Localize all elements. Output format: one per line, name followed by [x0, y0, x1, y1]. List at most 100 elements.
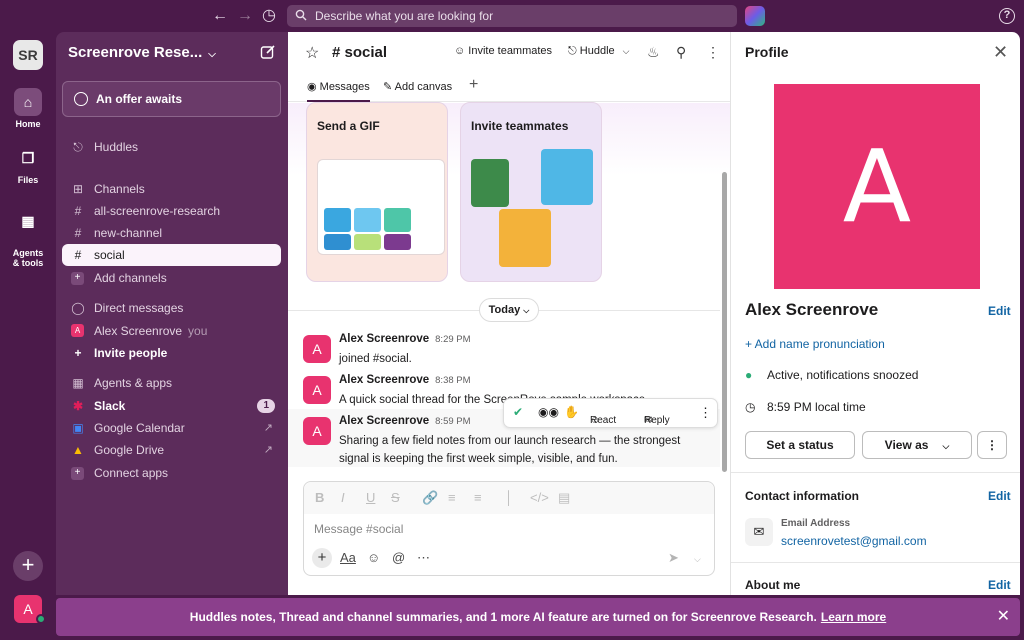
attach-plus-icon[interactable]: +	[312, 548, 332, 568]
message-time[interactable]: 8:59 PM	[435, 416, 470, 427]
message-author[interactable]: Alex Screenrove	[339, 374, 429, 386]
email-label: Email Address	[781, 518, 851, 529]
formatting-aa-icon[interactable]: Aa	[340, 550, 356, 565]
divider	[731, 562, 1020, 563]
blockquote-icon[interactable]: │	[505, 490, 513, 505]
more-vertical-icon[interactable]: ⋮	[977, 431, 1007, 459]
more-horizontal-icon[interactable]: ⋯	[417, 550, 430, 566]
teammate-illustration	[499, 209, 551, 267]
invite-teammates-button[interactable]: ☺ Invite teammates	[454, 45, 552, 57]
app-label: Google Calendar	[94, 421, 185, 435]
top-bar: ← → ◷ Describe what you are looking for …	[0, 0, 1024, 32]
workspace-name-label: Screenrove Rese...	[68, 44, 203, 61]
strikethrough-icon[interactable]: S	[391, 490, 400, 505]
chevron-down-icon[interactable]: ⌵	[623, 46, 630, 56]
message-author[interactable]: Alex Screenrove	[339, 415, 429, 427]
sidebar-item-add-channels[interactable]: + Add channels	[62, 267, 281, 289]
bullet-list-icon[interactable]: ≡	[474, 490, 482, 505]
sidebar-item-slack[interactable]: ✱ Slack 1	[62, 395, 281, 417]
edit-about-link[interactable]: Edit	[988, 578, 1011, 592]
sidebar-item-invite-people[interactable]: + Invite people	[62, 342, 281, 364]
edit-contact-link[interactable]: Edit	[988, 489, 1011, 503]
external-link-icon[interactable]: ↗	[264, 417, 273, 439]
more-vertical-icon[interactable]: ⋮	[699, 405, 712, 421]
create-plus-button[interactable]: +	[13, 551, 43, 581]
bell-icon[interactable]: ♨	[647, 44, 660, 61]
sidebar-item-google-drive[interactable]: ▲ Google Drive ↗	[62, 439, 281, 461]
sidebar-item-dm-alex[interactable]: A Alex Screenrove you	[62, 320, 281, 342]
avatar[interactable]: A	[303, 376, 331, 404]
huddle-button[interactable]: ⎋ Huddle ⌵	[568, 45, 629, 58]
workspace-name[interactable]: Screenrove Rese... ⌵	[68, 44, 216, 61]
plus-icon: +	[71, 272, 84, 285]
about-header: About me	[745, 578, 801, 592]
compose-icon[interactable]	[260, 44, 276, 60]
history-clock-icon[interactable]: ◷	[262, 6, 276, 26]
close-icon[interactable]: ✕	[993, 42, 1008, 63]
message-author[interactable]: Alex Screenrove	[339, 333, 429, 345]
back-arrow-icon[interactable]: ←	[212, 6, 228, 26]
channel-pane: ☆ # social ☺ Invite teammates ⎋ Huddle ⌵ …	[288, 32, 730, 595]
italic-icon[interactable]: I	[341, 490, 345, 505]
chevron-down-icon[interactable]: ⌵	[694, 554, 701, 565]
emoji-icon[interactable]: ☺	[367, 550, 380, 565]
sidebar-item-connect-apps[interactable]: + Connect apps	[62, 462, 281, 484]
eyes-reaction-icon[interactable]: ◉◉	[538, 405, 559, 419]
profile-avatar[interactable]: A	[774, 84, 980, 289]
invite-teammates-card[interactable]: Invite teammates	[460, 102, 602, 282]
rail-home[interactable]: ⌂ Home	[0, 88, 56, 129]
checkmark-reaction-icon[interactable]: ✔	[513, 405, 523, 419]
you-label: you	[188, 324, 208, 338]
ordered-list-icon[interactable]: ≡	[448, 490, 456, 505]
sidebar-item-social[interactable]: # social	[62, 244, 281, 266]
avatar[interactable]: A	[303, 417, 331, 445]
day-divider-pill[interactable]: Today ⌵	[479, 298, 539, 322]
edit-name-link[interactable]: Edit	[988, 304, 1011, 318]
set-status-button[interactable]: Set a status	[745, 431, 855, 459]
external-link-icon[interactable]: ↗	[264, 439, 273, 461]
channels-section-header[interactable]: ⊞ Channels	[62, 178, 281, 200]
sidebar-item-google-calendar[interactable]: ▣ Google Calendar ↗	[62, 417, 281, 439]
scrollbar[interactable]	[722, 172, 727, 472]
sidebar-item-huddles[interactable]: ⎋ Huddles	[62, 136, 281, 158]
more-vertical-icon[interactable]: ⋮	[706, 44, 720, 61]
code-icon[interactable]: </>	[530, 490, 549, 505]
dm-section-header[interactable]: ◯ Direct messages	[62, 297, 281, 319]
learn-more-link[interactable]: Learn more	[821, 610, 886, 624]
tab-messages[interactable]: ◉ Messages	[307, 80, 370, 102]
code-block-icon[interactable]: ▤	[558, 490, 570, 506]
ai-assistant-icon[interactable]	[745, 6, 765, 26]
email-link[interactable]: screenrovetest@gmail.com	[781, 534, 927, 548]
star-icon[interactable]: ☆	[305, 43, 319, 63]
files-icon: ❐	[21, 150, 35, 166]
link-icon[interactable]: 🔗	[422, 490, 438, 506]
message-composer[interactable]: B I U S 🔗 ≡ ≡ │ </> ▤ Message #social + …	[303, 481, 715, 576]
message-time[interactable]: 8:38 PM	[435, 375, 470, 386]
underline-icon[interactable]: U	[366, 490, 375, 505]
rail-agents[interactable]: ▦ Agents & tools	[0, 197, 56, 268]
workspace-switcher[interactable]: SR	[13, 40, 43, 70]
close-icon[interactable]: ✕	[997, 598, 1010, 636]
add-pronunciation-link[interactable]: + Add name pronunciation	[745, 337, 885, 351]
send-gif-card[interactable]: Send a GIF	[306, 102, 448, 282]
mention-icon[interactable]: @	[392, 550, 405, 565]
add-tab-plus-icon[interactable]: +	[469, 76, 478, 94]
view-as-button[interactable]: View as ⌵	[862, 431, 972, 459]
help-icon[interactable]: ?	[999, 8, 1015, 24]
sidebar-item-all-screenrove-research[interactable]: # all-screenrove-research	[62, 200, 281, 222]
tab-add-canvas[interactable]: ✎ Add canvas	[383, 80, 452, 102]
forward-arrow-icon[interactable]: →	[237, 6, 253, 26]
bold-icon[interactable]: B	[315, 490, 324, 505]
search-input[interactable]: Describe what you are looking for	[287, 5, 737, 27]
rail-files[interactable]: ❐ Files	[0, 144, 56, 185]
send-icon[interactable]: ➤	[668, 550, 679, 566]
sidebar-item-new-channel[interactable]: # new-channel	[62, 222, 281, 244]
raised-hands-reaction-icon[interactable]: ✋	[564, 405, 579, 419]
chevron-down-icon: ⌵	[523, 306, 530, 315]
avatar[interactable]: A	[303, 335, 331, 363]
channel-title[interactable]: # social	[332, 44, 387, 61]
offer-banner[interactable]: An offer awaits	[62, 81, 281, 117]
search-icon[interactable]: ⚲	[676, 44, 686, 61]
message-time[interactable]: 8:29 PM	[435, 334, 470, 345]
apps-section-header[interactable]: ▦ Agents & apps	[62, 372, 281, 394]
